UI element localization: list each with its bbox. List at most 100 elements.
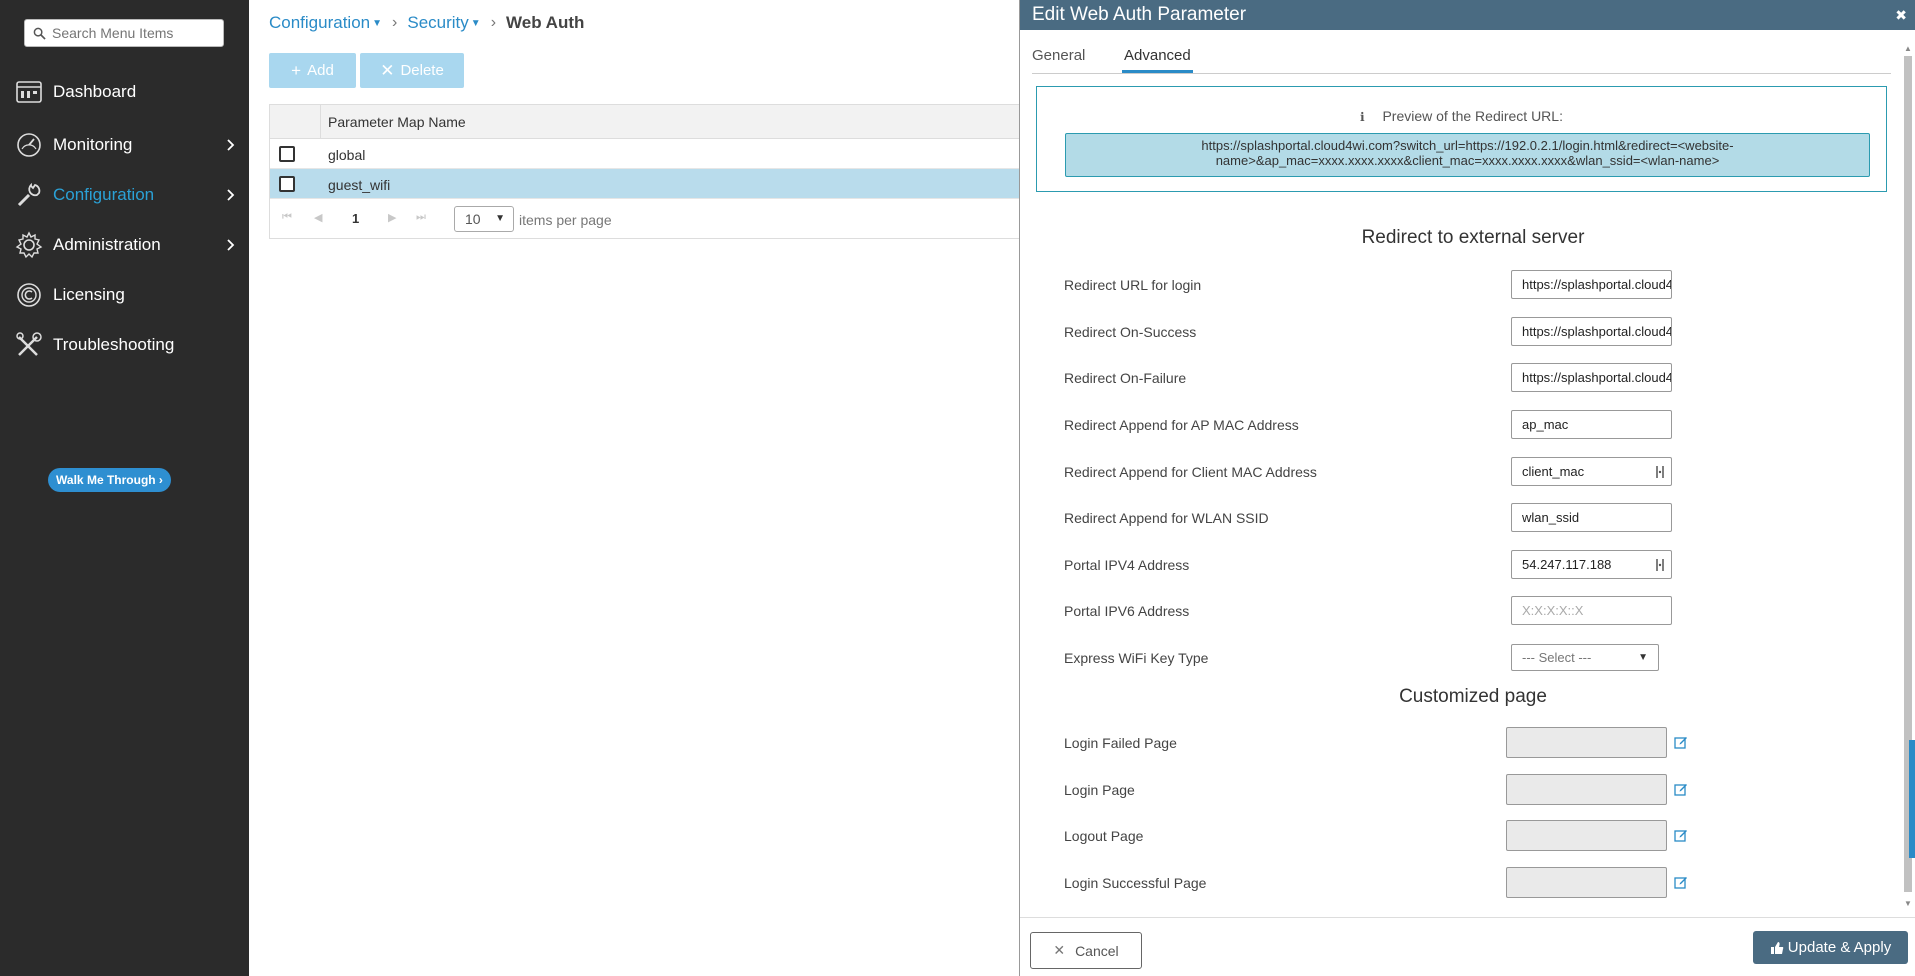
redirect-on-success-input[interactable]: https://splashportal.cloud4wi.com [1511, 317, 1672, 346]
login-successful-page-input[interactable] [1506, 867, 1667, 898]
thumbs-up-icon [1770, 941, 1784, 954]
licensing-icon [17, 283, 41, 307]
parameter-map-table: Parameter Map Name global guest_wifi ⏮ ◀… [269, 104, 1019, 239]
login-failed-page-label: Login Failed Page [1064, 735, 1177, 751]
sidebar: Dashboard Monitoring Configuration Admin… [0, 0, 249, 976]
redirect-on-failure-input[interactable]: https://splashportal.cloud4wi.com [1511, 363, 1672, 392]
last-page-icon[interactable]: ⏭ [416, 211, 426, 224]
portal-ipv4-field[interactable]: 54.247.117.188 [1511, 550, 1672, 579]
row-name[interactable]: global [328, 147, 365, 163]
scroll-down-icon[interactable]: ▼ [1904, 899, 1912, 908]
info-icon: ℹ [1360, 110, 1365, 124]
breadcrumb-configuration[interactable]: Configuration [269, 13, 370, 33]
row-checkbox[interactable] [279, 146, 295, 162]
sidebar-item-configuration[interactable]: Configuration [0, 173, 249, 217]
chevron-right-icon [227, 239, 235, 251]
search-input[interactable] [52, 25, 217, 41]
add-button-label: Add [307, 62, 334, 79]
grip-icon [1656, 466, 1664, 478]
update-apply-button[interactable]: Update & Apply [1753, 931, 1908, 964]
express-wifi-value: --- Select --- [1522, 650, 1592, 665]
panel-tabs: General Advanced [1032, 30, 1891, 74]
configuration-icon [17, 182, 41, 207]
login-failed-page-input[interactable] [1506, 727, 1667, 758]
redirect-preview: ℹ Preview of the Redirect URL: https://s… [1036, 86, 1887, 192]
close-icon[interactable]: ✖ [1895, 0, 1907, 30]
edit-icon[interactable] [1674, 875, 1688, 889]
cancel-button[interactable]: ✕ Cancel [1030, 932, 1142, 969]
logout-page-input[interactable] [1506, 820, 1667, 851]
edit-icon[interactable] [1674, 828, 1688, 842]
caret-down-icon: ▼ [470, 17, 481, 29]
sidebar-item-administration[interactable]: Administration [0, 223, 249, 267]
portal-ipv4-input[interactable]: 54.247.117.188 [1522, 557, 1611, 572]
items-per-page-value: 10 [465, 211, 481, 227]
column-header-name[interactable]: Parameter Map Name [328, 114, 466, 130]
update-apply-label: Update & Apply [1787, 939, 1892, 956]
express-wifi-select[interactable]: --- Select --- ▼ [1511, 644, 1659, 671]
sidebar-item-label: Dashboard [53, 82, 137, 101]
row-checkbox[interactable] [279, 176, 295, 192]
breadcrumb: Configuration ▼ › Security ▼ › Web Auth [269, 12, 584, 34]
prev-page-icon[interactable]: ◀ [314, 211, 322, 224]
tab-advanced[interactable]: Advanced [1122, 47, 1193, 73]
dashboard-icon [16, 81, 42, 103]
breadcrumb-security[interactable]: Security [407, 13, 468, 33]
breadcrumb-current: Web Auth [506, 13, 585, 32]
row-name[interactable]: guest_wifi [328, 177, 390, 193]
add-button[interactable]: + Add [269, 53, 356, 88]
panel-footer: ✕ Cancel Update & Apply [1020, 917, 1915, 976]
plus-icon: + [291, 60, 302, 80]
login-successful-page-label: Login Successful Page [1064, 875, 1207, 891]
sidebar-item-monitoring[interactable]: Monitoring [0, 123, 249, 167]
chevron-right-icon: › [490, 14, 497, 31]
search-box[interactable] [24, 19, 224, 47]
chevron-right-icon [227, 189, 235, 201]
redirect-client-mac-label: Redirect Append for Client MAC Address [1064, 464, 1317, 480]
sidebar-item-licensing[interactable]: Licensing [0, 273, 249, 317]
monitoring-icon [17, 133, 41, 157]
table-row[interactable]: guest_wifi [270, 169, 1019, 199]
sidebar-item-dashboard[interactable]: Dashboard [0, 70, 249, 114]
current-page[interactable]: 1 [352, 211, 359, 226]
express-wifi-label: Express WiFi Key Type [1064, 650, 1209, 666]
delete-button-label: Delete [400, 62, 444, 79]
troubleshooting-icon [16, 332, 42, 356]
redirect-url-login-label: Redirect URL for login [1064, 277, 1202, 293]
edit-icon[interactable] [1674, 782, 1688, 796]
redirect-ap-mac-label: Redirect Append for AP MAC Address [1064, 417, 1299, 433]
panel-title: Edit Web Auth Parameter [1032, 4, 1247, 25]
items-per-page-label: items per page [519, 212, 612, 228]
edit-icon[interactable] [1674, 735, 1688, 749]
redirect-client-mac-field[interactable]: client_mac [1511, 457, 1672, 486]
next-page-icon[interactable]: ▶ [388, 211, 396, 224]
pager: ⏮ ◀ 1 ▶ ⏭ 10 ▼ items per page [270, 199, 1019, 239]
close-icon: ✕ [380, 60, 395, 80]
tab-general[interactable]: General [1032, 47, 1085, 64]
close-icon: ✕ [1053, 942, 1066, 958]
scroll-up-icon[interactable]: ▲ [1904, 44, 1912, 53]
portal-ipv6-label: Portal IPV6 Address [1064, 603, 1190, 619]
items-per-page-select[interactable]: 10 ▼ [454, 206, 514, 232]
grip-icon [1656, 559, 1664, 571]
login-page-label: Login Page [1064, 782, 1135, 798]
walk-me-through-button[interactable]: Walk Me Through › [48, 468, 171, 492]
preview-url: https://splashportal.cloud4wi.com?switch… [1065, 133, 1870, 177]
panel-header: Edit Web Auth Parameter ✖ [1020, 0, 1915, 30]
login-page-input[interactable] [1506, 774, 1667, 805]
redirect-section-title: Redirect to external server [1361, 227, 1585, 248]
search-icon [33, 27, 46, 40]
table-row[interactable]: global [270, 139, 1019, 169]
delete-button[interactable]: ✕ Delete [360, 53, 464, 88]
redirect-url-login-input[interactable]: https://splashportal.cloud4wi.com [1511, 270, 1672, 299]
first-page-icon[interactable]: ⏮ [282, 211, 292, 224]
sidebar-item-label: Monitoring [53, 135, 133, 154]
sidebar-item-label: Licensing [53, 285, 125, 304]
select-all-column [270, 105, 321, 139]
sidebar-item-troubleshooting[interactable]: Troubleshooting [0, 323, 249, 367]
redirect-client-mac-input[interactable]: client_mac [1522, 464, 1584, 479]
portal-ipv6-input[interactable]: X:X:X:X::X [1511, 596, 1672, 625]
redirect-wlan-ssid-input[interactable]: wlan_ssid [1511, 503, 1672, 532]
logout-page-label: Logout Page [1064, 828, 1144, 844]
redirect-ap-mac-input[interactable]: ap_mac [1511, 410, 1672, 439]
